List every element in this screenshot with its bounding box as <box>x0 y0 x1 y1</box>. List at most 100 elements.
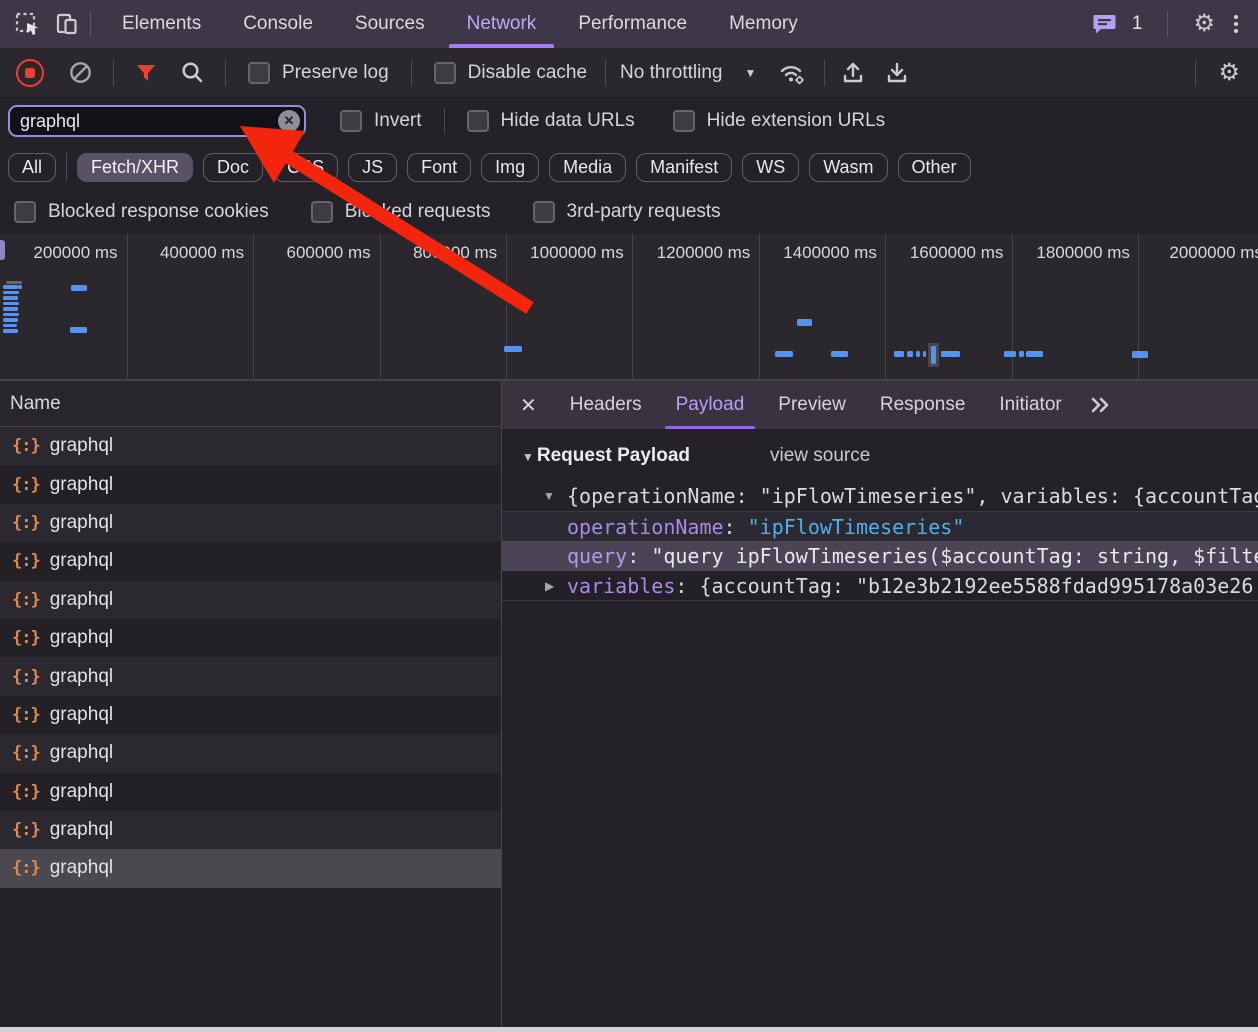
tab-network[interactable]: Network <box>446 0 558 48</box>
tab-elements[interactable]: Elements <box>101 0 222 48</box>
third-party-checkbox[interactable] <box>533 201 555 223</box>
tree-collapsed-icon[interactable]: ▶ <box>545 571 554 601</box>
tab-memory[interactable]: Memory <box>708 0 819 48</box>
blocked-requests-checkbox[interactable] <box>311 201 333 223</box>
request-row[interactable]: {:}graphql <box>0 849 501 887</box>
issues-icon[interactable] <box>1092 13 1117 35</box>
request-name: graphql <box>50 742 113 764</box>
invert-toggle[interactable]: Invert <box>340 110 422 132</box>
filter-funnel-icon[interactable] <box>134 61 158 85</box>
filter-pill-fetch-xhr[interactable]: Fetch/XHR <box>77 153 193 182</box>
request-row[interactable]: {:}graphql <box>0 734 501 772</box>
payload-row-operationname[interactable]: operationName: "ipFlowTimeseries" <box>502 511 1258 541</box>
timeline-tick: 1400000 ms <box>759 234 886 272</box>
payload-row-query[interactable]: query: "query ipFlowTimeseries($accountT… <box>502 541 1258 571</box>
hide-data-urls-checkbox[interactable] <box>467 110 489 132</box>
request-row[interactable]: {:}graphql <box>0 696 501 734</box>
details-tab-response[interactable]: Response <box>863 381 983 429</box>
waterfall-bar <box>6 281 22 284</box>
clear-network-log-icon[interactable] <box>68 60 93 85</box>
tree-expanded-icon[interactable]: ▼ <box>543 481 567 511</box>
filter-pill-ws[interactable]: WS <box>742 153 799 182</box>
network-settings-gear-icon[interactable]: ⚙ <box>1218 61 1240 85</box>
preserve-log-checkbox[interactable] <box>248 62 270 84</box>
request-row[interactable]: {:}graphql <box>0 427 501 465</box>
request-row[interactable]: {:}graphql <box>0 542 501 580</box>
tab-sources[interactable]: Sources <box>334 0 446 48</box>
close-details-icon[interactable]: ✕ <box>520 393 537 418</box>
disable-cache-checkbox[interactable] <box>434 62 456 84</box>
tab-performance[interactable]: Performance <box>557 0 708 48</box>
filter-input[interactable] <box>8 105 306 137</box>
fetch-xhr-icon: {:} <box>12 513 40 533</box>
blocked-cookies-checkbox[interactable] <box>14 201 36 223</box>
third-party-toggle[interactable]: 3rd-party requests <box>533 201 721 223</box>
inspect-element-icon[interactable] <box>14 11 41 38</box>
settings-gear-icon[interactable]: ⚙ <box>1193 12 1215 36</box>
timeline-gridline <box>253 234 254 379</box>
view-source-link[interactable]: view source <box>770 445 870 467</box>
waterfall-bar <box>775 351 793 357</box>
filter-pill-manifest[interactable]: Manifest <box>636 153 732 182</box>
filter-pill-all[interactable]: All <box>8 153 56 182</box>
details-tab-preview[interactable]: Preview <box>761 381 863 429</box>
throttling-select[interactable]: No throttling <box>620 62 722 84</box>
disable-cache-toggle[interactable]: Disable cache <box>434 62 587 84</box>
request-name: graphql <box>50 704 113 726</box>
clear-filter-icon[interactable]: ✕ <box>278 110 300 132</box>
request-row[interactable]: {:} graphql <box>0 504 501 542</box>
top-tab-strip: ElementsConsoleSourcesNetworkPerformance… <box>101 0 819 48</box>
record-network-log-button[interactable] <box>16 59 44 87</box>
divider <box>113 60 114 86</box>
export-har-icon[interactable] <box>885 60 909 85</box>
invert-checkbox[interactable] <box>340 110 362 132</box>
request-row[interactable]: {:}graphql <box>0 581 501 619</box>
more-tabs-icon[interactable] <box>1087 395 1113 415</box>
section-collapse-icon[interactable]: ▼ <box>522 450 534 464</box>
issues-count[interactable]: 1 <box>1132 13 1143 35</box>
details-tab-headers[interactable]: Headers <box>553 381 659 429</box>
network-overview[interactable]: 200000 ms400000 ms600000 ms800000 ms1000… <box>0 234 1258 380</box>
hide-data-urls-toggle[interactable]: Hide data URLs <box>467 110 635 132</box>
name-column-header[interactable]: Name <box>0 381 501 427</box>
request-name: graphql <box>50 512 113 534</box>
filter-pill-font[interactable]: Font <box>407 153 471 182</box>
filter-pill-img[interactable]: Img <box>481 153 539 182</box>
invert-label: Invert <box>374 110 422 132</box>
payload-root-node[interactable]: ▼ {operationName: "ipFlowTimeseries", va… <box>502 481 1258 511</box>
waterfall-bar <box>18 285 22 289</box>
details-tab-payload[interactable]: Payload <box>659 381 762 429</box>
filter-pill-media[interactable]: Media <box>549 153 626 182</box>
filter-pill-wasm[interactable]: Wasm <box>809 153 887 182</box>
network-conditions-icon[interactable] <box>778 60 806 86</box>
kebab-menu-icon[interactable] <box>1230 15 1242 33</box>
payload-row-variables[interactable]: ▶variables: {accountTag: "b12e3b2192ee55… <box>502 571 1258 601</box>
request-row[interactable]: {:}graphql <box>0 657 501 695</box>
blocked-cookies-toggle[interactable]: Blocked response cookies <box>14 201 269 223</box>
request-row[interactable]: {:}graphql <box>0 773 501 811</box>
import-har-icon[interactable] <box>841 60 865 85</box>
filter-pill-css[interactable]: CSS <box>273 153 338 182</box>
preserve-log-toggle[interactable]: Preserve log <box>248 62 389 84</box>
waterfall-bar <box>907 351 913 357</box>
disable-cache-label: Disable cache <box>468 62 587 84</box>
timeline-tick: 1200000 ms <box>633 234 760 272</box>
tab-console[interactable]: Console <box>222 0 334 48</box>
details-tab-initiator[interactable]: Initiator <box>982 381 1078 429</box>
search-icon[interactable] <box>180 60 205 85</box>
timeline-gridline <box>1012 234 1013 379</box>
device-toolbar-icon[interactable] <box>54 11 80 37</box>
request-row[interactable]: {:}graphql <box>0 465 501 503</box>
filter-pill-js[interactable]: JS <box>348 153 397 182</box>
hide-extension-urls-checkbox[interactable] <box>673 110 695 132</box>
request-name: graphql <box>50 666 113 688</box>
type-filter-strip: All Fetch/XHR Doc CSS JS Font Img Media Manifest… <box>0 144 1258 190</box>
request-row[interactable]: {:}graphql <box>0 619 501 657</box>
preserve-log-label: Preserve log <box>282 62 389 84</box>
filter-pill-other[interactable]: Other <box>898 153 971 182</box>
hide-extension-urls-toggle[interactable]: Hide extension URLs <box>673 110 885 132</box>
blocked-requests-toggle[interactable]: Blocked requests <box>311 201 491 223</box>
overview-scroll-handle[interactable] <box>0 240 5 260</box>
filter-pill-doc[interactable]: Doc <box>203 153 263 182</box>
request-row[interactable]: {:}graphql <box>0 811 501 849</box>
